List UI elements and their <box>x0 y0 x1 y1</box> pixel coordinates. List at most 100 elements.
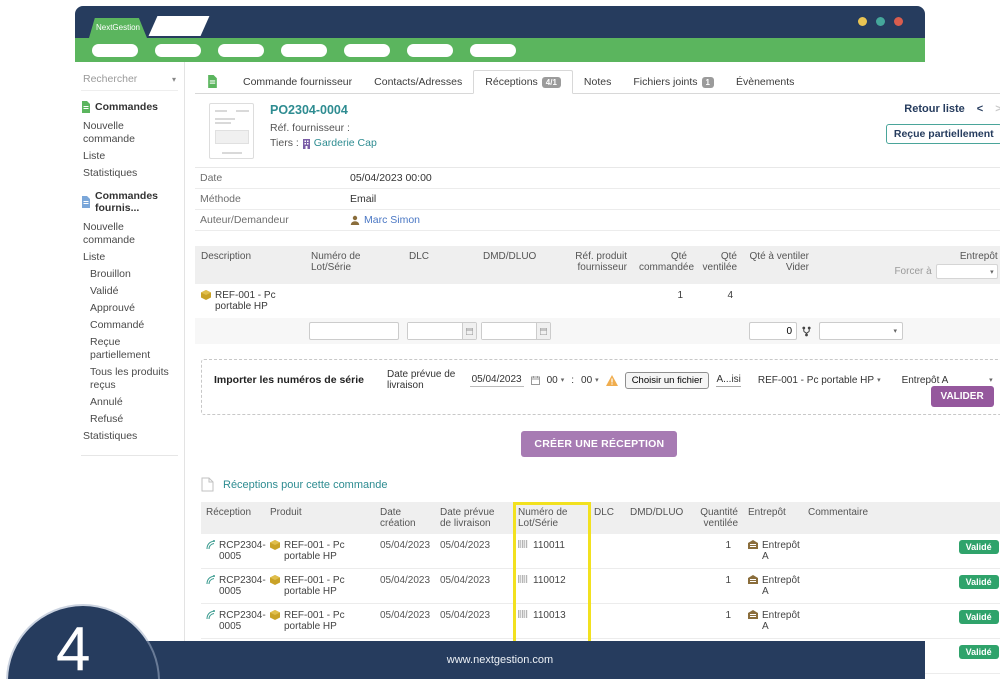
receptions-section-title: Réceptions pour cette commande <box>223 479 387 491</box>
tab-bar: Commande fournisseur Contacts/Adresses R… <box>195 68 1000 94</box>
document-green-icon <box>81 101 91 113</box>
order-line-row: REF-001 - Pc portable HP 1 4 <box>195 284 1000 318</box>
reception-link[interactable]: RCP2304-0005 <box>219 575 266 597</box>
order-lines-table: Description Numéro de Lot/Série DLC DMD/… <box>195 246 1000 344</box>
choose-file-button[interactable]: Choisir un fichier <box>625 372 710 389</box>
import-title: Importer les numéros de série <box>214 374 364 386</box>
order-ref-fournisseur: Réf. fournisseur : <box>270 121 377 136</box>
reception-link[interactable]: RCP2304-0005 <box>219 610 266 632</box>
calendar-icon[interactable] <box>536 323 550 339</box>
package-icon <box>270 610 280 620</box>
hour-select[interactable]: 00▾ <box>547 375 565 386</box>
nav-menu-item[interactable] <box>344 44 390 57</box>
prev-record-arrow[interactable]: < <box>977 103 983 115</box>
sidebar-item-recue-partiellement[interactable]: Reçue partiellement <box>81 334 178 364</box>
qty-to-dispatch-input[interactable] <box>749 322 797 340</box>
sidebar-section-commandes: Commandes <box>81 101 178 113</box>
reception-icon <box>206 575 215 585</box>
order-header: PO2304-0004 Réf. fournisseur : Tiers : G… <box>195 94 1000 168</box>
tab-fichiers-joints[interactable]: Fichiers joints1 <box>622 71 725 93</box>
tiers-link[interactable]: Garderie Cap <box>314 136 377 151</box>
tab-notes[interactable]: Notes <box>573 71 622 93</box>
status-badge-valide: Validé <box>959 610 999 624</box>
product-link[interactable]: REF-001 - Pc portable HP <box>284 540 370 562</box>
sidebar-item-refuse[interactable]: Refusé <box>81 411 178 428</box>
nav-menu-item[interactable] <box>92 44 138 57</box>
chevron-down-icon: ▾ <box>172 75 176 84</box>
minute-select[interactable]: 00▾ <box>581 375 599 386</box>
nav-menu-item[interactable] <box>281 44 327 57</box>
document-blue-icon <box>81 196 91 208</box>
sidebar-item-approuve[interactable]: Approuvé <box>81 300 178 317</box>
calendar-icon[interactable] <box>531 376 540 385</box>
sidebar-item-liste[interactable]: Liste <box>81 148 178 165</box>
sidebar-item-statistiques[interactable]: Statistiques <box>81 165 178 182</box>
nav-menu-item[interactable] <box>470 44 516 57</box>
reception-icon <box>206 540 215 550</box>
vider-link[interactable]: Vider <box>786 262 809 273</box>
reception-row: RCP2304-0005 REF-001 - Pc portable HP 05… <box>201 604 1000 639</box>
dmd-date-input[interactable] <box>482 323 536 339</box>
order-status-badge: Reçue partiellement <box>886 124 1000 144</box>
window-tab-redacted[interactable] <box>149 16 210 36</box>
nav-menu-item[interactable] <box>407 44 453 57</box>
tab-receptions[interactable]: Réceptions4/1 <box>473 70 573 94</box>
calendar-icon[interactable] <box>462 323 476 339</box>
qty-ordered-value: 1 <box>633 284 693 318</box>
window-dot-red[interactable] <box>894 17 903 26</box>
barcode-icon <box>518 540 529 548</box>
valider-button[interactable]: VALIDER <box>931 386 994 407</box>
sidebar-item-nouvelle-commande[interactable]: Nouvelle commande <box>81 118 178 148</box>
product-link[interactable]: REF-001 - Pc portable HP <box>284 610 370 632</box>
next-record-arrow[interactable]: > <box>995 103 1000 115</box>
lot-serial-input[interactable] <box>309 322 399 340</box>
import-product-select[interactable]: REF-001 - Pc portable HP▾ <box>758 375 881 386</box>
entrepot-link[interactable]: Entrepôt A <box>762 610 800 632</box>
import-serials-panel: Importer les numéros de série Date prévu… <box>201 359 1000 415</box>
tiers-label: Tiers : <box>270 136 299 151</box>
sidebar-item-tous-produits-recus[interactable]: Tous les produits reçus <box>81 364 178 394</box>
status-badge-valide: Validé <box>959 645 999 659</box>
create-reception-button[interactable]: CRÉER UNE RÉCEPTION <box>521 431 677 457</box>
nav-menu-item[interactable] <box>218 44 264 57</box>
sidebar-item-statistiques-f[interactable]: Statistiques <box>81 428 178 445</box>
tab-commande-fournisseur[interactable]: Commande fournisseur <box>232 71 363 93</box>
receptions-count-badge: 4/1 <box>542 77 561 88</box>
sidebar-item-commande[interactable]: Commandé <box>81 317 178 334</box>
sidebar-item-valide[interactable]: Validé <box>81 283 178 300</box>
line-entrepot-select[interactable]: ▾ <box>819 322 903 340</box>
tab-evenements[interactable]: Évènements <box>725 71 805 93</box>
forcer-entrepot-select[interactable]: ▾ <box>936 264 998 279</box>
warehouse-icon <box>748 540 758 549</box>
entrepot-link[interactable]: Entrepôt A <box>762 575 800 597</box>
delivery-date-input[interactable]: 05/04/2023 <box>470 374 524 387</box>
sidebar-item-nouvelle-commande-f[interactable]: Nouvelle commande <box>81 219 178 249</box>
sidebar-item-annule[interactable]: Annulé <box>81 394 178 411</box>
window-dot-yellow[interactable] <box>858 17 867 26</box>
building-icon <box>302 139 311 149</box>
dlc-date-input[interactable] <box>408 323 462 339</box>
nav-menu-item[interactable] <box>155 44 201 57</box>
product-link[interactable]: REF-001 - Pc portable HP <box>284 575 370 597</box>
sidebar-item-liste-f[interactable]: Liste <box>81 249 178 266</box>
product-description[interactable]: REF-001 - Pc portable HP <box>215 290 299 312</box>
sidebar-search[interactable]: Rechercher ▾ <box>81 71 178 91</box>
split-branch-icon[interactable] <box>802 326 811 337</box>
warning-icon <box>606 375 618 386</box>
tab-contacts-adresses[interactable]: Contacts/Adresses <box>363 71 473 93</box>
author-link[interactable]: Marc Simon <box>364 214 420 226</box>
entrepot-link[interactable]: Entrepôt A <box>762 540 800 562</box>
import-entrepot-select[interactable]: Entrepôt A▾ <box>902 375 993 386</box>
warehouse-icon <box>748 610 758 619</box>
back-to-list-link[interactable]: Retour liste <box>904 103 965 115</box>
brand-tab[interactable]: NextGestion <box>89 18 147 38</box>
footer-url: www.nextgestion.com <box>447 654 553 666</box>
window-dot-teal[interactable] <box>876 17 885 26</box>
reception-link[interactable]: RCP2304-0005 <box>219 540 266 562</box>
status-badge-valide: Validé <box>959 575 999 589</box>
sidebar-item-brouillon[interactable]: Brouillon <box>81 266 178 283</box>
status-badge-valide: Validé <box>959 540 999 554</box>
document-thumbnail[interactable] <box>209 103 254 159</box>
search-placeholder: Rechercher <box>83 73 137 85</box>
serial-number: 110011 <box>533 540 565 551</box>
